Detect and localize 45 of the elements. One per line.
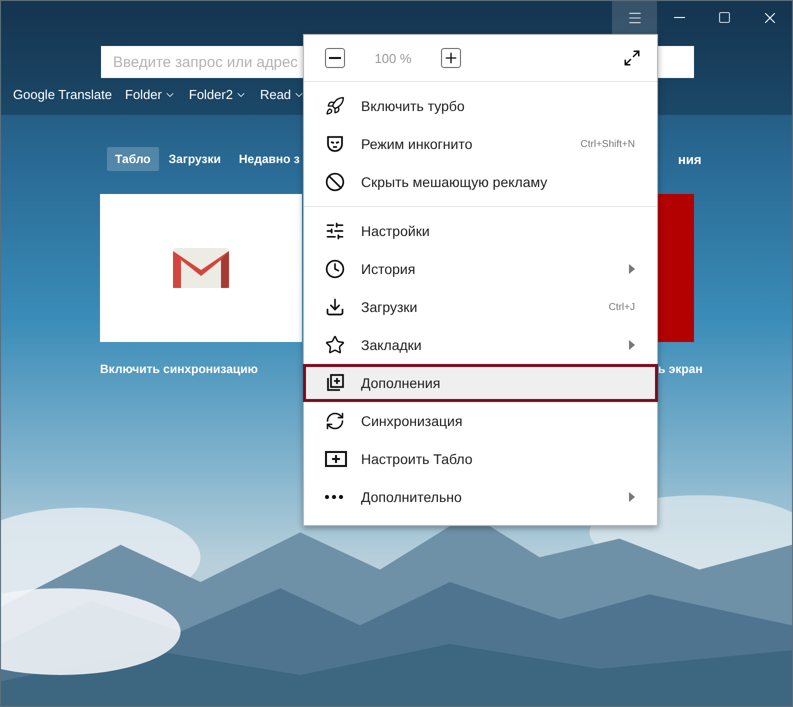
mail-tile[interactable] — [100, 194, 302, 342]
blocked-icon — [325, 172, 345, 192]
tab[interactable]: Табло — [107, 147, 159, 171]
tab[interactable]: Загрузки — [160, 147, 229, 171]
menu-item[interactable]: Загрузки Ctrl+J — [303, 288, 658, 326]
tile-caption: Включить синхронизацию — [100, 362, 259, 376]
plus-box-icon — [325, 450, 347, 468]
menu-item[interactable]: Настройки — [303, 212, 658, 250]
tile-caption: ь экран — [658, 362, 703, 376]
menu-item[interactable]: Синхронизация — [303, 402, 658, 440]
envelope-icon — [173, 248, 229, 288]
bookmark-folder[interactable]: Folder — [125, 87, 176, 102]
menu-item[interactable]: Дополнительно — [303, 478, 658, 516]
site-tile[interactable] — [658, 194, 694, 342]
sync-icon — [325, 411, 345, 431]
expand-icon — [623, 49, 641, 67]
menu-item[interactable]: Скрыть мешающую рекламу — [303, 163, 658, 201]
zoom-in-button[interactable] — [441, 48, 461, 68]
tab-label-fragment: ния — [678, 152, 702, 166]
menu-item[interactable]: Настроить Табло — [303, 440, 658, 478]
zoom-out-button[interactable] — [325, 48, 345, 68]
shortcut-hint: Ctrl+Shift+N — [580, 138, 635, 150]
minimize-icon — [674, 17, 685, 18]
menu-item[interactable]: Включить турбо — [303, 87, 658, 125]
plus-icon — [443, 50, 459, 66]
menu-item[interactable]: Режим инкогнито Ctrl+Shift+N — [303, 125, 658, 163]
bookmark-folder[interactable]: Read — [260, 87, 306, 102]
bookmark-folder[interactable]: Folder2 — [188, 87, 247, 102]
shortcut-hint: Ctrl+J — [608, 302, 635, 312]
clock-icon — [325, 259, 345, 279]
mask-icon — [325, 134, 345, 154]
minus-icon — [329, 57, 341, 59]
rocket-icon — [325, 96, 345, 116]
menu-item[interactable]: Дополнения — [303, 364, 658, 402]
menu-item[interactable]: Закладки — [303, 326, 658, 364]
maximize-icon — [718, 11, 731, 24]
sliders-icon — [325, 221, 345, 241]
menu-button[interactable] — [612, 1, 657, 34]
menu-item[interactable]: История — [303, 250, 658, 288]
star-icon — [325, 335, 345, 355]
dots-icon — [325, 495, 343, 499]
download-icon — [325, 297, 345, 317]
layers-plus-icon — [325, 373, 345, 393]
zoom-value: 100 % — [374, 50, 412, 66]
bookmark-link[interactable]: Google Translate — [13, 87, 112, 102]
